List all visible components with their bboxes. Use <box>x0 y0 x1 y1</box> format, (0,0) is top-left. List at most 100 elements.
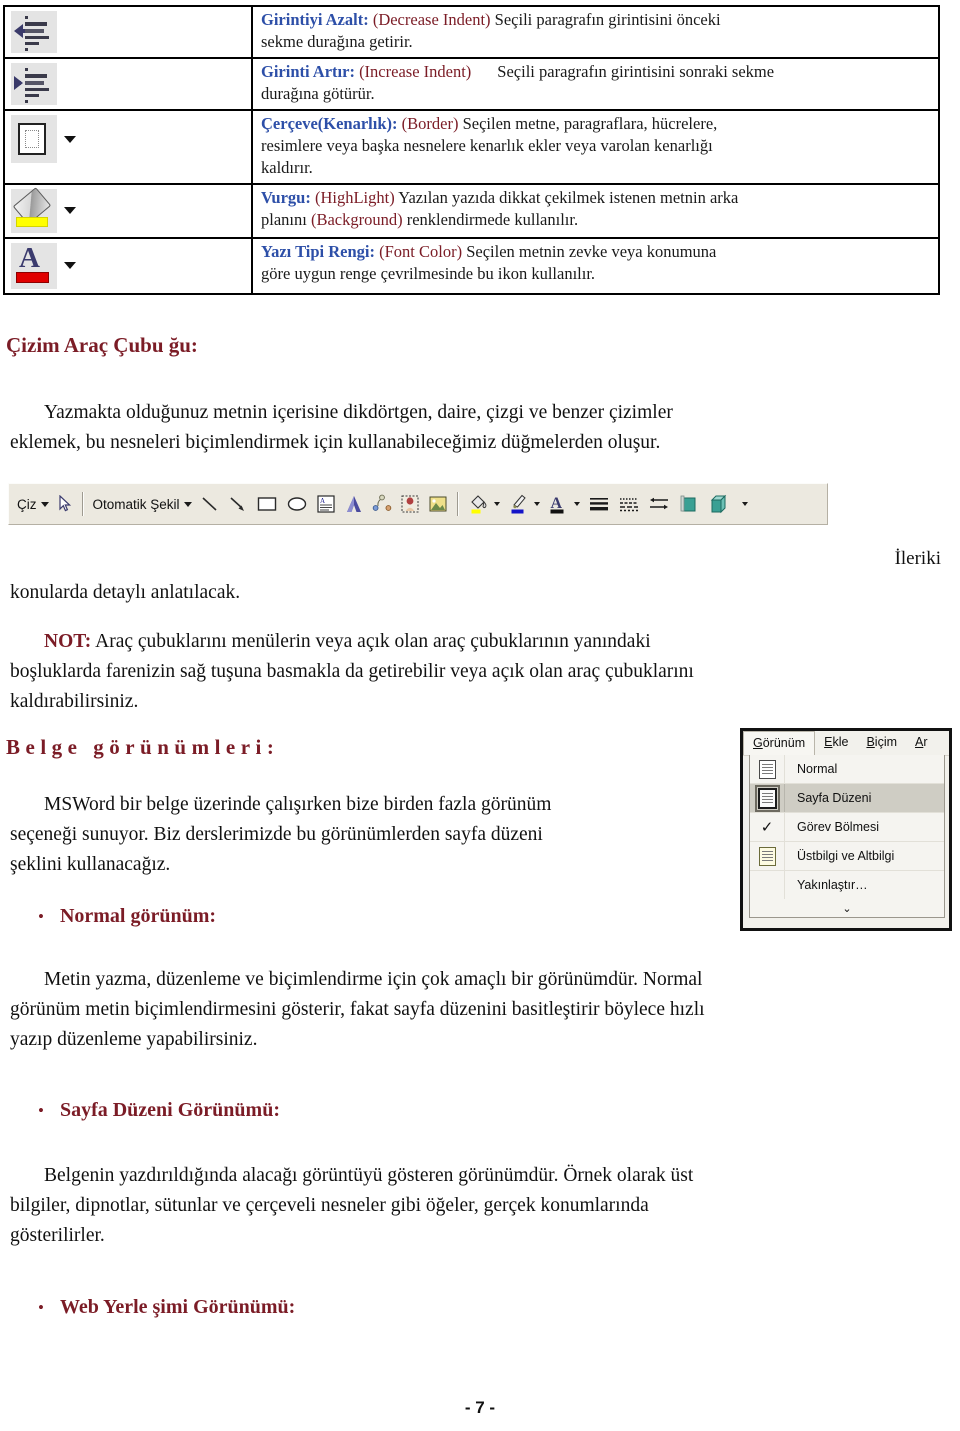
ellipse-icon[interactable] <box>282 489 312 519</box>
belge-paragraph: MSWord bir belge üzerinde çalışırken biz… <box>10 790 670 881</box>
menu-tab-ekle-label: kle <box>832 735 849 749</box>
menu-item-ustbilgi-altbilgi-label: Üstbilgi ve Altbilgi <box>797 849 895 863</box>
wordart-icon[interactable] <box>340 489 368 519</box>
icon-desc-line1: Seçili paragrafın girintisini önceki <box>490 10 721 29</box>
line-color-icon[interactable] <box>504 489 544 519</box>
fill-color-icon[interactable] <box>464 489 504 519</box>
icon-desc-line2-post: renklendirmede kullanılır. <box>402 209 579 229</box>
3d-style-icon[interactable] <box>704 489 752 519</box>
arrow-icon[interactable] <box>224 489 252 519</box>
chevron-down-icon[interactable] <box>493 502 500 506</box>
menu-tab-gorunum-label: örünüm <box>762 736 806 750</box>
font-color-icon[interactable]: A <box>544 489 584 519</box>
normal-gorunum-paragraph: Metin yazma, düzenleme ve biçimlendirme … <box>10 965 840 1056</box>
web-yerlesimi-bullet: • Web Yerle şimi Görünümü: <box>38 1296 295 1319</box>
chevron-down-icon <box>64 262 76 270</box>
sayfa-line3: gösterilirler. <box>10 1225 105 1247</box>
bullet-icon: • <box>38 1298 44 1317</box>
line-icon[interactable] <box>196 489 224 519</box>
icon-cell <box>3 182 253 239</box>
svg-text:A: A <box>550 495 562 512</box>
icon-label-tr: Vurgu: <box>261 187 311 207</box>
menu-tab-araclar-label: r <box>923 735 928 749</box>
chevron-down-icon <box>64 135 76 143</box>
icon-label-en: (Increase Indent) <box>359 62 472 81</box>
menu-item-sayfa-duzeni-label: Sayfa Düzeni <box>797 791 872 805</box>
description-cell: Girintiyi Azalt: (Decrease Indent) Seçil… <box>251 5 940 59</box>
normal-gorunum-label: Normal görünüm: <box>59 905 217 927</box>
chevron-down-icon <box>183 501 192 507</box>
not-label: NOT: <box>44 631 92 652</box>
icon-desc-line1: Yazılan yazıda dikkat çekilmek istenen m… <box>394 187 739 207</box>
table-row: A Yazı Tipi Rengi: (Font Color) Seçilen … <box>3 236 940 295</box>
menu-tab-gorunum[interactable]: Görünüm <box>743 731 816 755</box>
menu-item-gorev-bolmesi-label: Görev Bölmesi <box>797 820 879 834</box>
draw-menu-button[interactable]: Çiz <box>13 489 53 519</box>
document-page: Girintiyi Azalt: (Decrease Indent) Seçil… <box>0 0 960 1431</box>
normal-line1: Metin yazma, düzenleme ve biçimlendirme … <box>44 969 703 990</box>
icon-desc-line1: Seçilen metnin zevke veya konumuna <box>462 241 717 261</box>
belge-gorunumleri-heading: Belge görünümleri: <box>6 735 280 759</box>
increase-indent-icon <box>11 63 57 105</box>
expand-menu-chevron-icon[interactable]: ⌄ <box>750 899 944 917</box>
table-row: Çerçeve(Kenarlık): (Border) Seçilen metn… <box>3 109 940 185</box>
chevron-down-icon <box>64 207 76 215</box>
description-cell: Çerçeve(Kenarlık): (Border) Seçilen metn… <box>251 109 940 185</box>
shadow-style-icon[interactable] <box>674 489 704 519</box>
text-box-icon[interactable]: A <box>312 489 340 519</box>
not-line2: boşluklarda farenizin sağ tuşuna basmakl… <box>10 661 694 683</box>
drawing-toolbar-paragraph: Yazmakta olduğunuz metnin içerisine dikd… <box>10 398 810 458</box>
menu-item-yakinlastir-label: Yakınlaştır… <box>797 878 868 892</box>
belge-line1: MSWord bir belge üzerinde çalışırken biz… <box>44 794 552 815</box>
icon-cell: A <box>3 236 253 295</box>
line-style-icon[interactable] <box>584 489 614 519</box>
icon-label-en: (HighLight) <box>314 187 395 207</box>
sayfa-line2: bilgiler, dipnotlar, sütunlar ve çerçeve… <box>10 1195 649 1217</box>
icon-label-tr: Yazı Tipi Rengi: <box>261 241 375 261</box>
toolbar-separator <box>81 492 84 516</box>
menu-item-yakinlastir[interactable]: Yakınlaştır… <box>750 871 944 899</box>
dash-style-icon[interactable] <box>614 489 644 519</box>
sayfa-duzeni-paragraph: Belgenin yazdırıldığında alacağı görüntü… <box>10 1161 840 1252</box>
ileriki-text: İleriki <box>894 548 941 569</box>
svg-text:A: A <box>320 497 325 505</box>
chevron-down-icon[interactable] <box>533 502 540 506</box>
sayfa-duzeni-label: Sayfa Düzeni Görünümü: <box>59 1099 280 1121</box>
sayfa-line1: Belgenin yazdırıldığında alacağı görüntü… <box>44 1165 694 1186</box>
header-footer-icon <box>750 842 785 870</box>
menu-item-gorev-bolmesi[interactable]: ✓ Görev Bölmesi <box>750 813 944 842</box>
icon-cell <box>3 5 253 59</box>
chevron-down-icon[interactable] <box>573 502 580 506</box>
drawing-para-line2: eklemek, bu nesneleri biçimlendirmek içi… <box>10 432 661 454</box>
icon-label-tr: Girintiyi Azalt: <box>261 10 369 29</box>
normal-line3: yazıp düzenleme yapabilirsiniz. <box>10 1029 258 1051</box>
table-row: Girintiyi Azalt: (Decrease Indent) Seçil… <box>3 5 940 59</box>
autoshape-menu-button[interactable]: Otomatik Şekil <box>89 489 196 519</box>
bullet-icon: • <box>38 1101 44 1120</box>
picture-icon[interactable] <box>424 489 452 519</box>
clip-art-icon[interactable] <box>396 489 424 519</box>
autoshape-menu-label: Otomatik Şekil <box>92 496 180 512</box>
rectangle-icon[interactable] <box>252 489 282 519</box>
icon-desc-line2: durağına götürür. <box>261 83 375 103</box>
menu-tab-bicim[interactable]: Biçim <box>857 731 906 755</box>
menu-tab-araclar[interactable]: Ar <box>906 731 937 755</box>
diagram-icon[interactable] <box>368 489 396 519</box>
menu-item-ustbilgi-altbilgi[interactable]: Üstbilgi ve Altbilgi <box>750 842 944 871</box>
gorunum-dropdown-menu: Normal Sayfa Düzeni ✓ Görev Bölmesi Üstb… <box>749 755 945 918</box>
not-line1: Araç çubuklarını menülerin veya açık ola… <box>91 631 651 652</box>
page-layout-view-icon <box>750 784 785 812</box>
font-color-icon: A <box>11 242 57 289</box>
select-arrow-icon[interactable] <box>53 489 77 519</box>
icon-desc-line3: kaldırır. <box>261 157 313 177</box>
menu-item-sayfa-duzeni[interactable]: Sayfa Düzeni <box>750 784 944 813</box>
menu-item-normal[interactable]: Normal <box>750 755 944 784</box>
chevron-down-icon[interactable] <box>741 502 748 506</box>
menu-tab-ekle[interactable]: Ekle <box>815 731 857 755</box>
icon-desc-line2: sekme durağına getirir. <box>261 31 413 51</box>
drawing-toolbar-screenshot: Çiz Otomatik Şekil A A <box>8 483 828 525</box>
empty-gutter <box>750 871 785 899</box>
icon-desc-line2-pre: planını <box>261 209 311 229</box>
arrow-style-icon[interactable] <box>644 489 674 519</box>
icon-label-tr: Çerçeve(Kenarlık): <box>261 114 398 133</box>
